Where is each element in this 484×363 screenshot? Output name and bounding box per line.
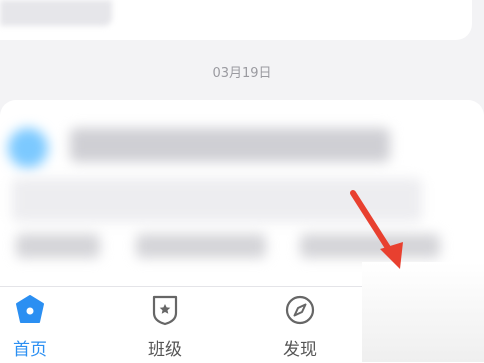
tab-discover-label: 发现 — [283, 340, 317, 360]
blurred-meta — [136, 234, 266, 258]
home-icon — [13, 293, 47, 327]
annotation-arrow-icon — [350, 190, 403, 269]
class-badge-icon — [148, 293, 182, 327]
date-separator: 03月19日 — [212, 66, 272, 81]
blurred-title — [70, 128, 390, 162]
tab-home[interactable]: 首页 — [0, 293, 75, 361]
blurred-content — [0, 0, 112, 26]
blurred-avatar — [8, 128, 48, 168]
feed-card-previous[interactable] — [0, 0, 472, 40]
blank-area — [362, 262, 484, 362]
tab-discover[interactable]: 发现 — [255, 293, 345, 361]
blurred-meta — [16, 234, 100, 258]
tab-class-label: 班级 — [148, 340, 182, 360]
tab-class[interactable]: 班级 — [120, 293, 210, 361]
tab-home-label: 首页 — [13, 340, 47, 360]
compass-icon — [283, 293, 317, 327]
